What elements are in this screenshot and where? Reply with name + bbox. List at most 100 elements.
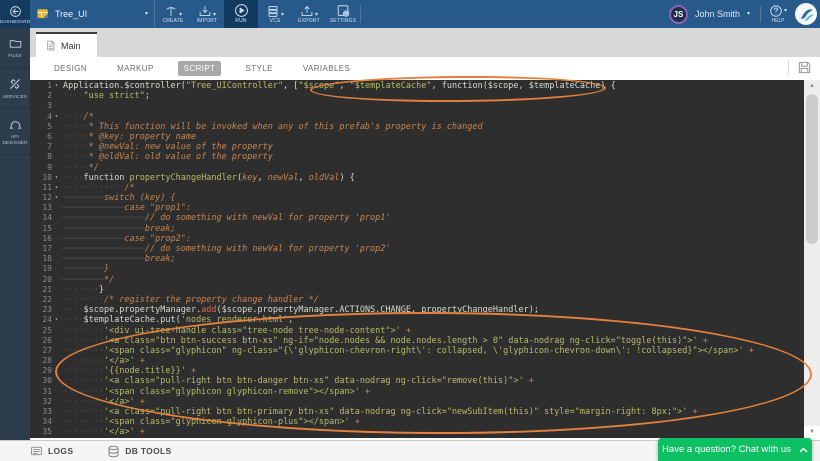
fold-spacer	[52, 163, 61, 173]
line-number[interactable]: 8	[30, 152, 52, 162]
line-number[interactable]: 27	[30, 346, 52, 356]
tab-style[interactable]: STYLE	[239, 61, 278, 76]
code-line: 14────────────────// do something with n…	[30, 213, 804, 223]
line-number[interactable]: 34	[30, 417, 52, 427]
code-text: ····$templateCache.put('nodes_renderer.h…	[63, 315, 293, 325]
line-number[interactable]: 24	[30, 315, 52, 325]
fold-spacer	[52, 142, 61, 152]
fold-spacer	[52, 224, 61, 234]
line-number[interactable]: 28	[30, 356, 52, 366]
line-number[interactable]: 2	[30, 91, 52, 101]
code-line: 24▾····$templateCache.put('nodes_rendere…	[30, 315, 804, 325]
fold-toggle-icon[interactable]: ▾	[52, 193, 61, 203]
line-number[interactable]: 5	[30, 122, 52, 132]
line-number[interactable]: 32	[30, 397, 52, 407]
fold-toggle-icon[interactable]: ▾	[52, 173, 61, 183]
dashboard-button[interactable]: DASHBOARD	[0, 0, 30, 28]
scrollbar-thumb[interactable]	[806, 94, 818, 244]
tab-design[interactable]: DESIGN	[48, 61, 93, 76]
sidebar-item-label: FILES	[8, 53, 22, 59]
user-name[interactable]: John Smith	[695, 9, 740, 19]
help-button[interactable]: ▾ HELP	[769, 4, 787, 24]
fold-spacer	[52, 417, 61, 427]
menu-settings[interactable]: SETTINGS	[326, 0, 360, 28]
line-number[interactable]: 16	[30, 234, 52, 244]
line-number[interactable]: 1	[30, 81, 52, 91]
vertical-scrollbar[interactable]: ▲ ▼	[804, 80, 820, 438]
line-number[interactable]: 25	[30, 326, 52, 336]
line-number[interactable]: 12	[30, 193, 52, 203]
save-icon[interactable]	[797, 60, 812, 75]
code-line: 30········'<a class="pull-right btn btn-…	[30, 376, 804, 386]
fold-toggle-icon[interactable]: ▾	[52, 81, 61, 91]
tab-markup[interactable]: MARKUP	[111, 61, 160, 76]
code-line: 8·····* @oldVal: old value of the proper…	[30, 152, 804, 162]
line-number[interactable]: 15	[30, 224, 52, 234]
line-number[interactable]: 22	[30, 295, 52, 305]
project-selector[interactable]: Tree_UI ▾	[30, 0, 155, 28]
chevron-down-icon[interactable]: ▾	[747, 11, 750, 17]
code-text: ········'</a>' +	[63, 397, 145, 407]
line-number[interactable]: 4	[30, 112, 52, 122]
line-number[interactable]: 9	[30, 163, 52, 173]
fold-spacer	[52, 122, 61, 132]
line-number[interactable]: 7	[30, 142, 52, 152]
scroll-up-icon[interactable]: ▲	[804, 80, 820, 92]
run-icon	[234, 3, 249, 18]
code-line: 28········'</a>' +	[30, 356, 804, 366]
sidebar-item-files[interactable]: FILES	[0, 28, 30, 68]
fold-spacer	[52, 244, 61, 254]
user-cluster: JS John Smith ▾ ▾ HELP	[669, 0, 820, 28]
fold-toggle-icon[interactable]: ▾	[52, 183, 61, 193]
line-number[interactable]: 20	[30, 275, 52, 285]
chat-button[interactable]: Have a question? Chat with us	[658, 438, 812, 461]
menu-run[interactable]: RUN	[224, 0, 258, 28]
save-area	[788, 59, 812, 75]
bottombar-db-tools[interactable]: DB TOOLS	[107, 445, 171, 458]
fold-toggle-icon[interactable]: ▾	[52, 315, 61, 325]
menu-vcs[interactable]: ▾VCS	[258, 0, 292, 28]
bottombar-logs[interactable]: LOGS	[30, 445, 73, 457]
line-number[interactable]: 6	[30, 132, 52, 142]
line-number[interactable]: 18	[30, 254, 52, 264]
line-number[interactable]: 19	[30, 264, 52, 274]
code-line: 27········'<span class="glyphicon" ng-cl…	[30, 346, 804, 356]
line-number[interactable]: 21	[30, 285, 52, 295]
line-number[interactable]: 35	[30, 427, 52, 437]
code-line: 4▾····/*	[30, 112, 804, 122]
scroll-down-icon[interactable]: ▼	[804, 426, 820, 438]
sidebar-item-api-designer[interactable]: API DESIGNER	[0, 109, 30, 155]
line-number[interactable]: 3	[30, 101, 52, 111]
tab-variables[interactable]: VARIABLES	[297, 61, 356, 76]
fold-spacer	[52, 132, 61, 142]
line-number[interactable]: 31	[30, 387, 52, 397]
tab-main[interactable]: Main	[36, 32, 97, 57]
project-name: Tree_UI	[55, 9, 144, 19]
fold-toggle-icon[interactable]: ▾	[52, 112, 61, 122]
line-number[interactable]: 30	[30, 376, 52, 386]
line-number[interactable]: 26	[30, 336, 52, 346]
db-icon	[107, 445, 120, 458]
menu-export[interactable]: ▾EXPORT	[292, 0, 326, 28]
menu-create[interactable]: ▾CREATE	[156, 0, 190, 28]
line-number[interactable]: 23	[30, 305, 52, 315]
tab-script[interactable]: SCRIPT	[178, 61, 222, 76]
code-text	[63, 101, 68, 111]
code-text: ·····* @newVal: new value of the propert…	[63, 142, 273, 152]
line-number[interactable]: 29	[30, 366, 52, 376]
dashboard-label: DASHBOARD	[0, 19, 30, 24]
code-text: ········'</a>' +	[63, 427, 145, 437]
avatar[interactable]: JS	[669, 5, 688, 24]
line-number[interactable]: 17	[30, 244, 52, 254]
sidebar-item-services[interactable]: SERVICES	[0, 68, 30, 109]
line-number[interactable]: 10	[30, 173, 52, 183]
line-number[interactable]: 13	[30, 203, 52, 213]
line-number[interactable]: 33	[30, 407, 52, 417]
menu-label: VCS	[270, 18, 281, 24]
line-number[interactable]: 14	[30, 213, 52, 223]
editor-mode-tabs: DESIGN MARKUP SCRIPT STYLE VARIABLES	[30, 57, 820, 80]
line-number[interactable]: 11	[30, 183, 52, 193]
code-editor[interactable]: 1▾Application.$controller("Tree_UIContro…	[30, 80, 804, 438]
wavemaker-logo[interactable]	[795, 3, 817, 25]
menu-import[interactable]: ▾IMPORT	[190, 0, 224, 28]
